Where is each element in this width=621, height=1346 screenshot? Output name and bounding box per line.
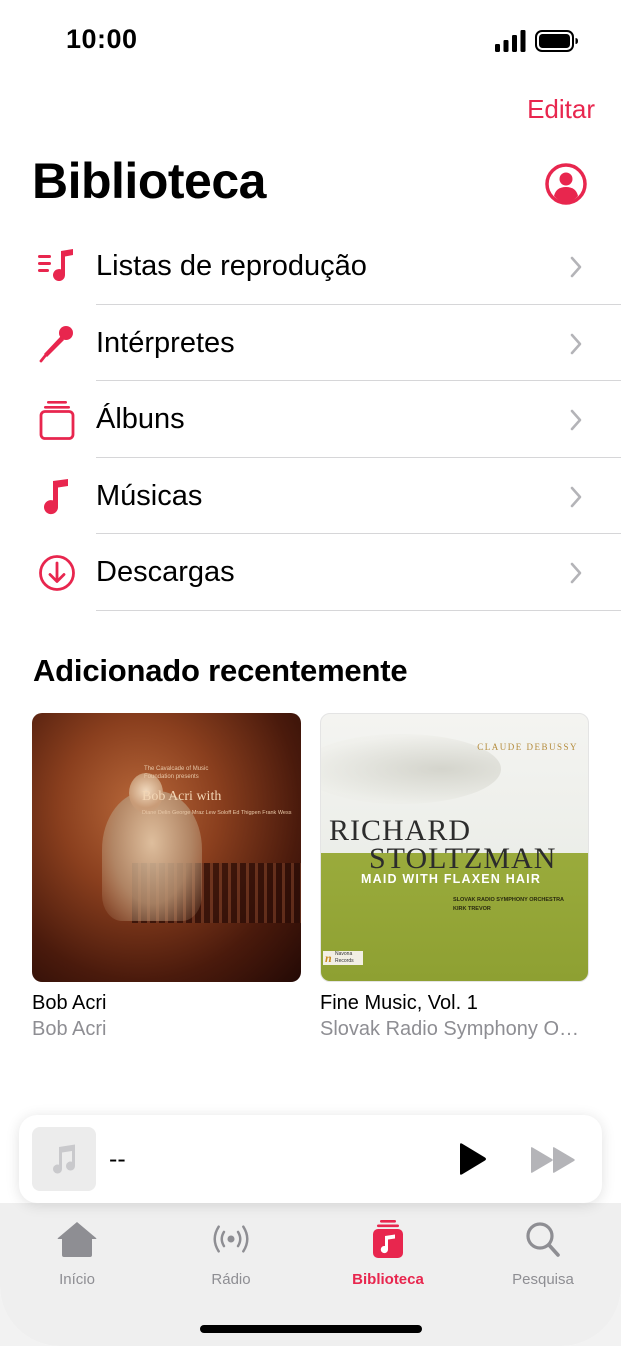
album-title: Fine Music, Vol. 1 <box>320 992 478 1014</box>
chevron-right-icon <box>570 486 582 508</box>
chevron-right-icon <box>570 333 582 354</box>
edit-button[interactable]: Editar <box>527 94 595 125</box>
tab-radio[interactable]: Rádio <box>171 1219 291 1288</box>
app-screen: 10:00 Editar Biblioteca Listas de reprod… <box>0 0 621 1346</box>
status-bar: 10:00 <box>0 0 621 84</box>
cellular-signal-icon <box>495 30 526 52</box>
music-note-icon <box>44 478 68 514</box>
tab-library[interactable]: Biblioteca <box>328 1219 448 1288</box>
recently-added-heading: Adicionado recentemente <box>33 653 408 688</box>
artwork-instrument-shape <box>321 734 501 804</box>
album-artwork[interactable]: The Cavalcade of Music Foundation presen… <box>32 713 301 982</box>
battery-icon <box>535 30 578 52</box>
row-divider <box>96 609 621 611</box>
library-item-label: Álbuns <box>96 403 185 436</box>
artwork-record-label-mark: n <box>325 951 332 965</box>
artwork-musicians-text: Diane Delin George Mraz Lew Soloff Ed Th… <box>142 810 292 816</box>
mini-player-title: -- <box>109 1145 126 1173</box>
album-card-fine-music[interactable]: CLAUDE DEBUSSY RICHARD STOLTZMAN MAID WI… <box>320 713 589 1041</box>
home-indicator <box>200 1325 422 1333</box>
download-circle-icon <box>39 555 75 592</box>
library-item-label: Músicas <box>96 479 203 512</box>
album-artist: Slovak Radio Symphony O… <box>320 1018 580 1040</box>
library-list: Listas de reprodução Intérpretes Álbuns … <box>0 228 621 611</box>
library-item-albums[interactable]: Álbuns <box>0 381 621 458</box>
music-note-placeholder-icon <box>53 1144 76 1174</box>
library-item-songs[interactable]: Músicas <box>0 458 621 535</box>
artwork-orchestra-credits: SLOVAK RADIO SYMPHONY ORCHESTRA KIRK TRE… <box>453 896 564 914</box>
tab-search[interactable]: Pesquisa <box>483 1219 603 1288</box>
chevron-right-icon <box>570 256 582 278</box>
album-artist: Bob Acri <box>32 1018 107 1040</box>
album-stack-icon <box>39 401 75 441</box>
status-time: 10:00 <box>66 24 138 54</box>
library-item-playlists[interactable]: Listas de reprodução <box>0 228 621 305</box>
library-item-label: Listas de reprodução <box>96 250 367 282</box>
tab-label: Biblioteca <box>352 1271 424 1288</box>
microphone-icon <box>39 325 73 362</box>
library-item-downloads[interactable]: Descargas <box>0 534 621 611</box>
chevron-right-icon <box>570 409 582 431</box>
search-icon <box>526 1222 560 1257</box>
fast-forward-icon[interactable] <box>529 1146 577 1174</box>
album-title: Bob Acri <box>32 992 107 1014</box>
account-icon[interactable] <box>544 162 588 206</box>
mini-player[interactable]: -- <box>19 1115 602 1203</box>
home-icon <box>57 1222 97 1257</box>
artwork-presenter-text: The Cavalcade of Music Foundation presen… <box>144 766 209 780</box>
artwork-conductor-text: KIRK TREVOR <box>453 906 491 912</box>
album-artwork[interactable]: CLAUDE DEBUSSY RICHARD STOLTZMAN MAID WI… <box>320 713 589 982</box>
library-item-artists[interactable]: Intérpretes <box>0 305 621 382</box>
playlist-icon <box>38 249 73 282</box>
library-item-label: Descargas <box>96 556 235 589</box>
tab-label: Pesquisa <box>512 1271 574 1288</box>
library-item-label: Intérpretes <box>96 326 235 359</box>
library-icon <box>373 1220 403 1258</box>
page-title: Biblioteca <box>32 153 266 209</box>
album-card-bob-acri[interactable]: The Cavalcade of Music Foundation presen… <box>32 713 301 1041</box>
chevron-right-icon <box>570 563 582 584</box>
artwork-composer-text: CLAUDE DEBUSSY <box>477 742 578 752</box>
radio-icon <box>213 1225 249 1253</box>
play-icon[interactable] <box>456 1142 488 1176</box>
artwork-name-text: Bob Acri with <box>142 789 222 804</box>
tab-bar: Início Rádio Biblioteca Pesquisa <box>0 1203 621 1346</box>
artwork-orchestra-text: SLOVAK RADIO SYMPHONY ORCHESTRA <box>453 897 565 903</box>
tab-home[interactable]: Início <box>17 1219 137 1288</box>
tab-label: Rádio <box>211 1271 251 1288</box>
artwork-subtitle: MAID WITH FLAXEN HAIR <box>361 872 542 886</box>
artwork-artist-last-name: STOLTZMAN <box>369 842 557 875</box>
tab-label: Início <box>59 1271 95 1288</box>
mini-player-artwork <box>32 1127 96 1191</box>
